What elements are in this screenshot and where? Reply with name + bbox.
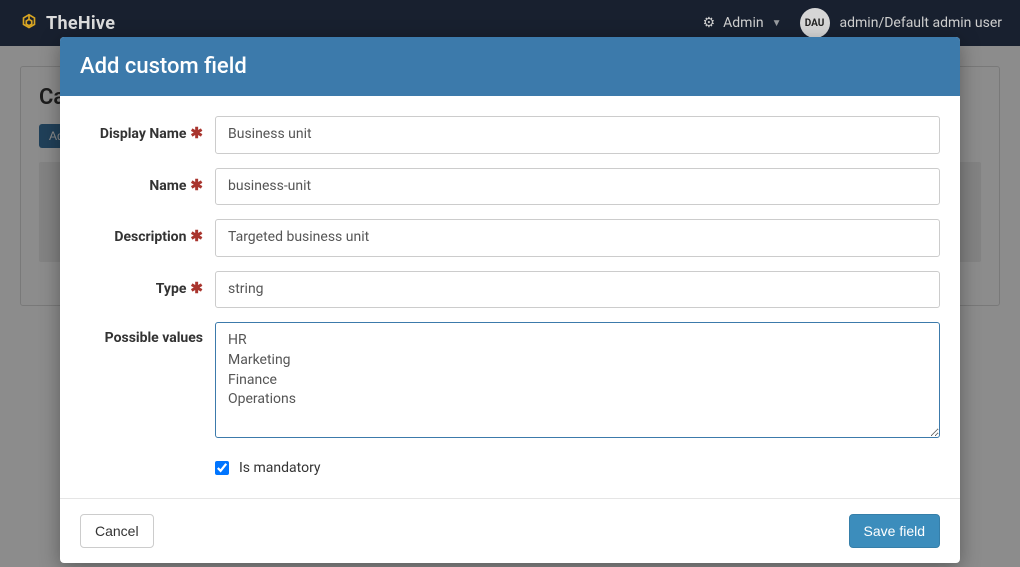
is-mandatory-label: Is mandatory (239, 460, 321, 476)
hive-logo-icon (18, 12, 40, 34)
cancel-button[interactable]: Cancel (80, 514, 154, 548)
add-custom-field-modal: Add custom field Display Name✱ Name✱ Des… (60, 37, 960, 563)
avatar: DAU (800, 8, 830, 38)
name-label: Name✱ (80, 168, 215, 194)
required-icon: ✱ (190, 279, 203, 297)
possible-values-textarea[interactable] (215, 322, 940, 438)
navbar-brand[interactable]: TheHive (18, 12, 115, 34)
navbar-brand-text: TheHive (46, 13, 115, 34)
is-mandatory-checkbox-wrap[interactable]: Is mandatory (215, 456, 940, 476)
display-name-input[interactable] (215, 116, 940, 154)
required-icon: ✱ (190, 124, 203, 142)
navbar-user-menu[interactable]: DAU admin/Default admin user (800, 8, 1002, 38)
user-label: admin/Default admin user (840, 15, 1002, 31)
is-mandatory-checkbox[interactable] (215, 461, 229, 475)
display-name-label: Display Name✱ (80, 116, 215, 142)
possible-values-label: Possible values (80, 322, 215, 346)
type-label: Type✱ (80, 271, 215, 297)
modal-footer: Cancel Save field (60, 498, 960, 563)
modal-title: Add custom field (60, 37, 960, 96)
type-select[interactable] (215, 271, 940, 309)
gear-icon: ⚙ (703, 15, 716, 31)
modal-body: Display Name✱ Name✱ Description✱ (60, 96, 960, 498)
description-input[interactable] (215, 219, 940, 257)
save-button[interactable]: Save field (849, 514, 940, 548)
description-label: Description✱ (80, 219, 215, 245)
chevron-down-icon: ▼ (772, 18, 782, 29)
required-icon: ✱ (190, 176, 203, 194)
admin-menu-label: Admin (723, 15, 763, 31)
navbar-admin-menu[interactable]: ⚙ Admin ▼ (703, 15, 782, 31)
name-input[interactable] (215, 168, 940, 206)
required-icon: ✱ (190, 227, 203, 245)
